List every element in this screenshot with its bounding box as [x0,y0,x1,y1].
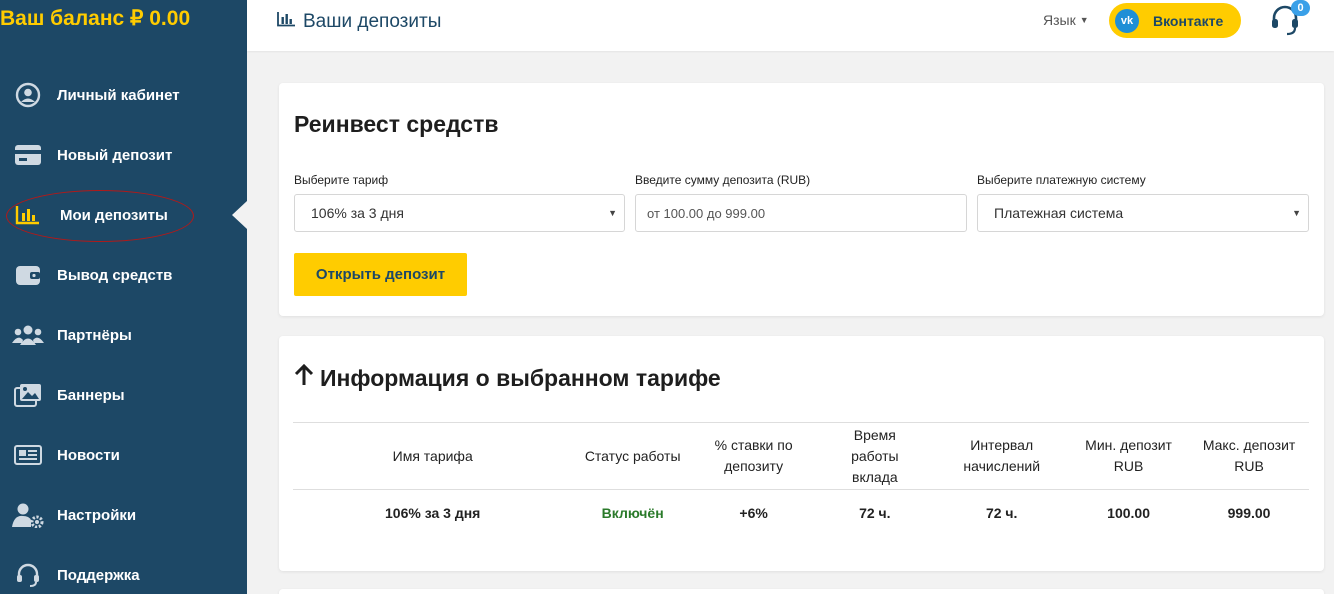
tariff-select[interactable]: 106% за 3 дня ▼ [294,194,625,232]
newspaper-icon [12,441,44,469]
language-dropdown[interactable]: Язык ▼ [1043,12,1089,28]
column-header: % ставки по депозиту [692,422,815,490]
payment-select-value: Платежная система [994,205,1124,221]
tariff-select-value: 106% за 3 дня [311,205,404,221]
support-badge: 0 [1291,0,1310,16]
sidebar-item-support[interactable]: Поддержка [0,552,247,594]
page-title: Ваши депозиты [277,11,441,33]
sidebar: Ваш баланс ₽ 0.00 Личный кабинет Новый д… [0,0,247,594]
column-header: Интервал начислений [935,422,1069,490]
table-cell: +6% [739,504,768,521]
caret-down-icon: ▼ [1292,208,1301,218]
wallet-icon [12,261,44,289]
sidebar-item-banners[interactable]: Баннеры [0,372,247,418]
sidebar-item-label: Вывод средств [57,266,173,284]
vk-label: Вконтакте [1153,12,1224,29]
amount-label: Введите сумму депозита (RUB) [635,173,811,187]
status-cell: Включён [601,504,664,521]
sidebar-item-label: Баннеры [57,386,125,404]
next-card [279,589,1324,594]
sidebar-item-partners[interactable]: Партнёры [0,312,247,358]
sidebar-item-label: Настройки [57,506,137,524]
reinvest-title: Реинвест средств [294,111,499,137]
sidebar-item-label: Партнёры [57,326,132,344]
reinvest-card: Реинвест средств Выберите тариф 106% за … [279,83,1324,316]
tariff-table: Имя тарифа Статус работы % ставки по деп… [293,422,1309,536]
open-deposit-button[interactable]: Открыть депозит [294,253,467,296]
headset-icon [12,561,44,589]
images-icon [12,381,44,409]
user-cog-icon [12,501,44,529]
tariff-info-title: Информация о выбранном тарифе [294,363,721,392]
payment-label: Выберите платежную систему [977,173,1146,187]
tariff-info-title-text: Информация о выбранном тарифе [320,364,721,391]
sidebar-item-my-deposits[interactable]: Мои депозиты [0,192,247,238]
arrow-up-icon [294,363,314,392]
sidebar-item-label: Поддержка [57,566,140,584]
bar-chart-icon [12,201,44,229]
vk-icon: vk [1115,8,1139,33]
table-header-row: Имя тарифа Статус работы % ставки по деп… [293,422,1309,490]
top-header: Ваши депозиты Язык ▼ vk Вконтакте 0 [247,0,1334,51]
table-cell: 999.00 [1227,504,1271,521]
amount-input[interactable]: от 100.00 до 999.00 [635,194,967,232]
payment-system-select[interactable]: Платежная система ▼ [977,194,1309,232]
language-label: Язык [1043,12,1076,28]
sidebar-item-settings[interactable]: Настройки [0,492,247,538]
sidebar-item-news[interactable]: Новости [0,432,247,478]
table-row: 106% за 3 дня Включён +6% 72 ч. 72 ч. 10… [293,490,1309,536]
vk-button[interactable]: vk Вконтакте [1109,3,1241,38]
sidebar-item-label: Мои депозиты [60,206,168,224]
balance-text: Ваш баланс ₽ 0.00 [0,7,191,30]
page-title-text: Ваши депозиты [303,11,442,32]
table-cell: 106% за 3 дня [385,504,481,521]
caret-down-icon: ▼ [1079,15,1089,25]
users-icon [12,321,44,349]
tariff-label: Выберите тариф [294,173,389,187]
credit-card-icon [12,141,44,169]
table-cell: 72 ч. [859,504,891,521]
active-item-pointer [232,201,247,229]
column-header: Макс. депозит RUB [1189,422,1309,490]
table-cell: 72 ч. [985,504,1018,521]
table-cell: 100.00 [1107,504,1150,521]
caret-down-icon: ▼ [608,208,617,218]
bar-chart-icon [277,11,296,33]
sidebar-item-label: Новый депозит [57,146,173,164]
column-header: Мин. депозит RUB [1068,422,1190,490]
user-circle-icon [12,81,44,109]
column-header: Имя тарифа [293,422,573,490]
amount-placeholder: от 100.00 до 999.00 [647,205,766,221]
sidebar-item-label: Личный кабинет [57,86,180,104]
column-header: Статус работы [572,422,693,490]
sidebar-item-new-deposit[interactable]: Новый депозит [0,132,247,178]
sidebar-item-withdraw[interactable]: Вывод средств [0,252,247,298]
sidebar-item-label: Новости [57,446,120,464]
column-header: Время работы вклада [814,422,936,490]
sidebar-item-cabinet[interactable]: Личный кабинет [0,72,247,118]
headset-icon [1269,5,1301,41]
tariff-info-card: Информация о выбранном тарифе Имя тарифа… [279,336,1324,571]
